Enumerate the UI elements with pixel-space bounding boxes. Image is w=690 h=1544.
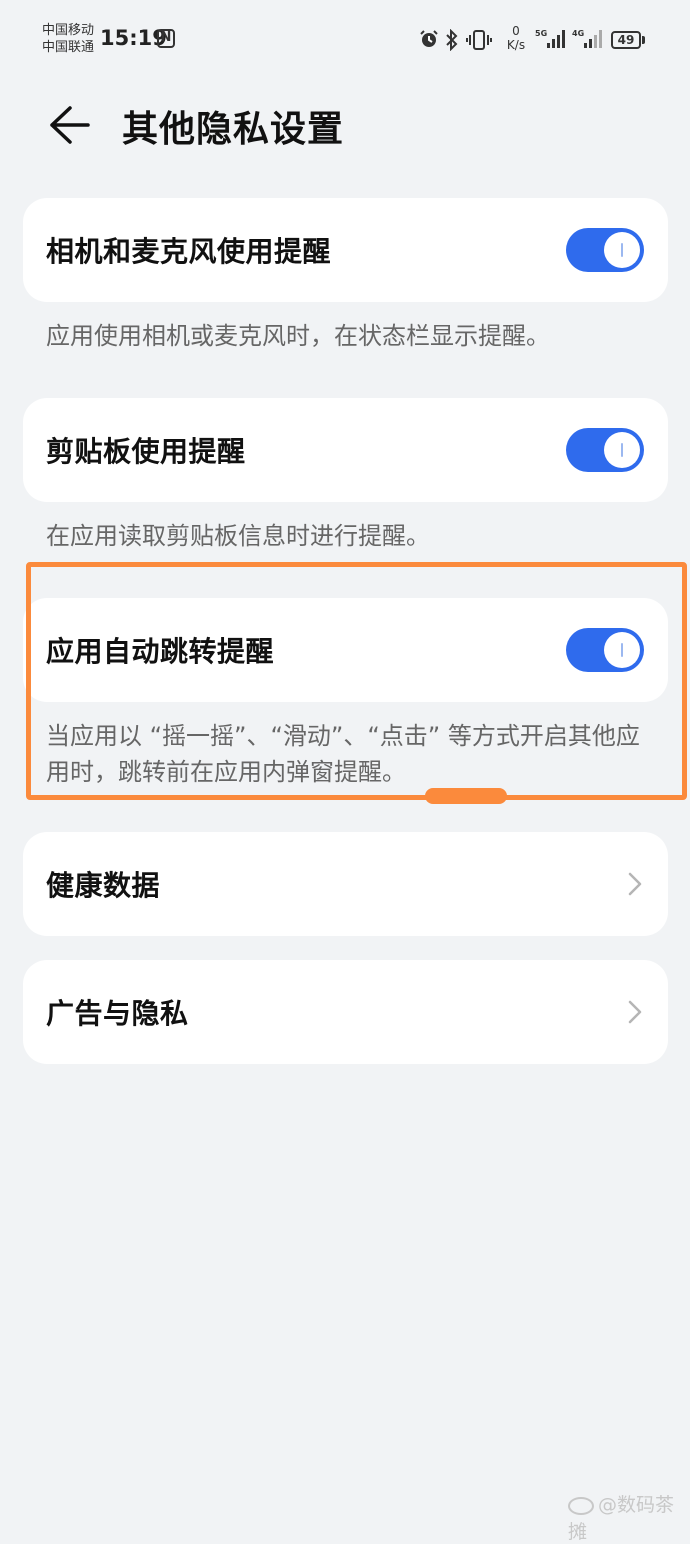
network-speed: 0 K/s [504, 24, 528, 52]
arrow-left-icon[interactable] [46, 102, 92, 148]
camera-mic-reminder-label: 相机和麦克风使用提醒 [46, 235, 332, 268]
status-bar: 中国移动 中国联通 15:19 N 0 K/s 5G 4G 49 [0, 0, 690, 80]
camera-mic-reminder-row[interactable]: 相机和麦克风使用提醒 [23, 198, 668, 302]
page-title: 其他隐私设置 [122, 109, 345, 150]
health-data-row[interactable]: 健康数据 [23, 832, 668, 936]
watermark: @数码茶摊 [568, 1490, 690, 1544]
ads-privacy-row[interactable]: 广告与隐私 [23, 960, 668, 1064]
carrier-info: 中国移动 中国联通 [42, 22, 94, 56]
highlight-box [26, 562, 687, 800]
signal-icon-2 [584, 30, 604, 48]
network-type-1: 5G [535, 29, 548, 38]
clipboard-reminder-description: 在应用读取剪贴板信息时进行提醒。 [46, 522, 430, 550]
ads-privacy-label: 广告与隐私 [46, 997, 189, 1030]
clipboard-reminder-row[interactable]: 剪贴板使用提醒 [23, 398, 668, 502]
camera-mic-reminder-description: 应用使用相机或麦克风时，在状态栏显示提醒。 [46, 322, 550, 350]
health-data-label: 健康数据 [46, 869, 161, 902]
chevron-right-icon [628, 1000, 642, 1024]
battery-tip [642, 36, 645, 44]
nfc-icon: N [157, 29, 175, 48]
signal-icon [547, 30, 567, 48]
highlight-tab [425, 788, 507, 804]
clipboard-reminder-toggle[interactable] [566, 428, 644, 472]
vibrate-icon [466, 30, 492, 50]
clipboard-reminder-label: 剪贴板使用提醒 [46, 435, 246, 468]
camera-mic-reminder-toggle[interactable] [566, 228, 644, 272]
chevron-right-icon [628, 872, 642, 896]
weibo-logo-icon [568, 1496, 594, 1515]
alarm-icon [420, 30, 438, 47]
bluetooth-icon [446, 29, 458, 51]
network-type-2: 4G [572, 29, 585, 38]
battery-icon: 49 [611, 31, 641, 49]
carrier-1: 中国移动 [42, 23, 95, 38]
carrier-2: 中国联通 [42, 40, 95, 55]
speed-unit: K/s [506, 38, 526, 52]
speed-value: 0 [512, 24, 520, 38]
